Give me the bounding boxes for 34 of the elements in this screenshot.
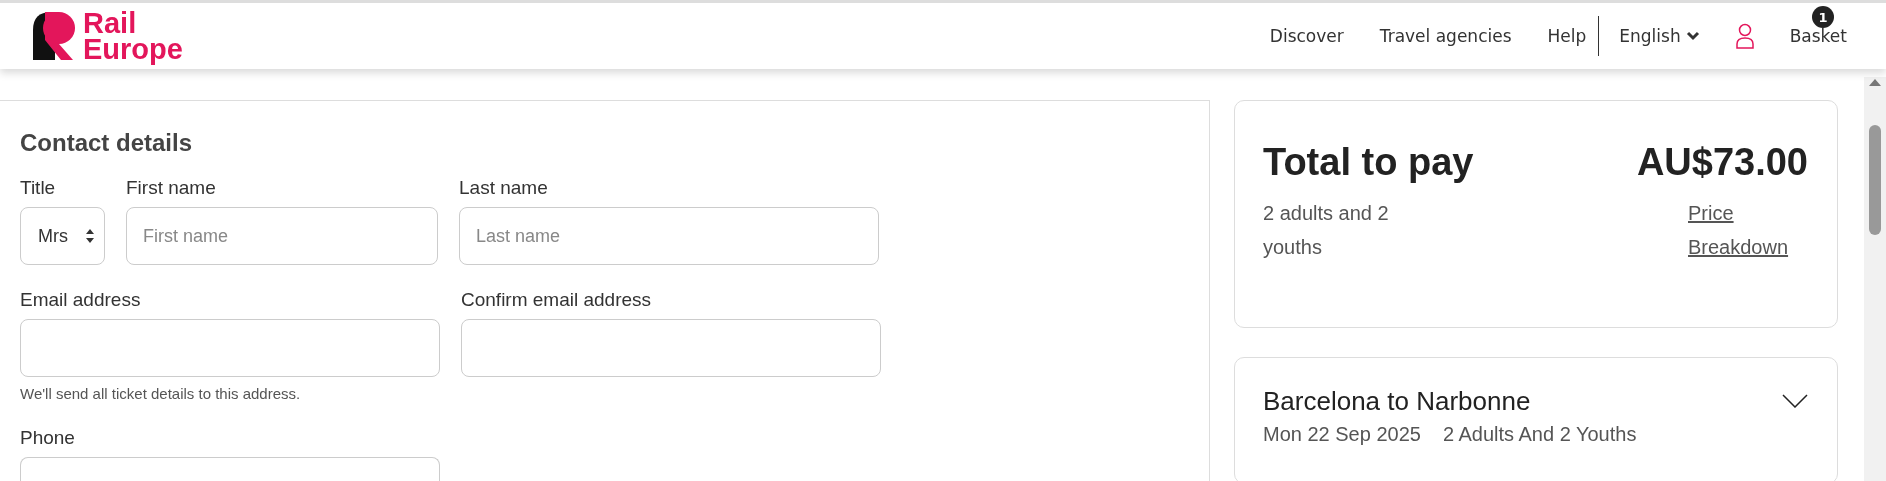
price-breakdown-link[interactable]: Price Breakdown bbox=[1688, 196, 1808, 264]
field-label: Last name bbox=[459, 177, 549, 199]
basket-count-badge: 1 bbox=[1812, 6, 1834, 28]
field-label: Email address bbox=[20, 289, 142, 311]
journey-title: Barcelona to Narbonne bbox=[1263, 385, 1531, 417]
user-icon[interactable] bbox=[1735, 23, 1754, 49]
nav-link[interactable]: Discover bbox=[1269, 26, 1344, 46]
journey-date: Mon 22 Sep 2025 bbox=[1263, 422, 1421, 446]
journey-passengers: 2 Adults And 2 Youths bbox=[1442, 422, 1637, 446]
scroll-up-icon[interactable] bbox=[1868, 77, 1882, 87]
language-selector[interactable]: English bbox=[1611, 26, 1708, 46]
logo-text: Rail bbox=[83, 10, 138, 36]
total-amount: AU$73.00 bbox=[1636, 141, 1808, 184]
first-name-field[interactable]: First name bbox=[126, 207, 438, 265]
basket-link[interactable]: Basket bbox=[1789, 26, 1847, 46]
field-label: Phone bbox=[20, 427, 76, 449]
title-select[interactable]: Mrs bbox=[20, 207, 105, 265]
caret-icon bbox=[1685, 31, 1700, 41]
confirm-email-field[interactable] bbox=[461, 319, 881, 377]
scrollbar[interactable] bbox=[1864, 77, 1886, 481]
nav-link[interactable]: Travel agencies bbox=[1379, 26, 1512, 46]
scroll-thumb[interactable] bbox=[1869, 125, 1881, 235]
field-label: Title bbox=[20, 177, 57, 199]
travellers-text: 2 adults and 2 youths bbox=[1263, 201, 1390, 260]
nav-link[interactable]: Help bbox=[1547, 26, 1587, 46]
field-label: Confirm email address bbox=[461, 289, 653, 311]
chevron-icon[interactable] bbox=[1782, 394, 1808, 409]
sort-arrows-icon bbox=[85, 227, 95, 245]
field-label: First name bbox=[126, 177, 217, 199]
email-field[interactable] bbox=[20, 319, 440, 377]
section-heading: Contact details bbox=[20, 129, 194, 157]
last-name-field[interactable]: Last name bbox=[459, 207, 879, 265]
total-label: Total to pay bbox=[1263, 141, 1474, 184]
hint-text: We'll send all ticket details to this address. bbox=[20, 385, 302, 402]
